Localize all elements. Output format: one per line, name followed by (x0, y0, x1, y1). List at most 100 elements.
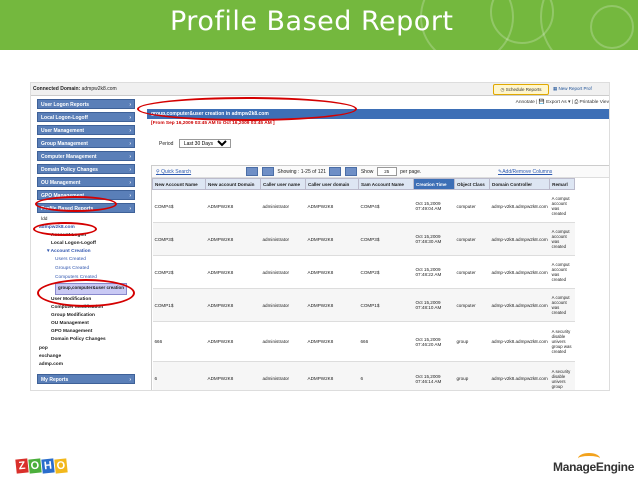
cell-class: computer (454, 222, 490, 256)
quick-search-link[interactable]: ⚲ Quick Search (156, 169, 191, 175)
slide-footer: ZOHO ManageEngine (0, 452, 638, 479)
col-object-class[interactable]: Object Class (454, 178, 490, 190)
cell-sam: COMP3$ (358, 222, 414, 256)
prev-page-button[interactable] (262, 167, 274, 176)
cell-dc: admp-v2k8.admpw2k8.com (489, 288, 550, 322)
cell-time: Oct 15,2009 07:48:22 AM (413, 255, 455, 289)
cell-dc: admp-v2k8.admpw2k8.com (489, 189, 550, 223)
cell-caller-domain: ADMPW2K8 (305, 222, 359, 256)
tree-item-users-created[interactable]: Users Created (55, 257, 86, 262)
col-domain-controller[interactable]: Domain Controller (488, 178, 551, 190)
tree-item-exchange[interactable]: exchange (39, 354, 61, 359)
col-new-account-name[interactable]: New Account Name (152, 178, 206, 190)
cell-name: COMP2$ (152, 255, 206, 289)
tree-item-account-creation[interactable]: ▾ Account Creation (47, 249, 91, 254)
cell-caller: administrator (260, 222, 306, 256)
sidebar-item-user-management[interactable]: User Management › (37, 125, 135, 135)
banner-decor (590, 5, 634, 49)
cell-dc: admp-v2k8.admpw2k8.com (489, 222, 550, 256)
table-row[interactable]: COMP3$ ADMPW2K8 administrator ADMPW2K8 COMP3… (152, 222, 575, 256)
cell-dc: admp-v2k8.admpw2k8.com (489, 321, 550, 362)
cell-sam: COMP4$ (358, 189, 414, 223)
cell-caller: administrator (260, 288, 306, 322)
sidebar: User Logon Reports › Local Logon-Logoff › … (31, 97, 139, 390)
printable-view-link[interactable]: Printable Viev (579, 100, 609, 105)
cell-class: computer (454, 288, 490, 322)
first-page-button[interactable] (246, 167, 258, 176)
showing-count: Showing : 1-25 of 121 (277, 168, 327, 175)
cell-time: Oct 15,2009 07:46:20 AM (413, 321, 455, 362)
table-row[interactable]: COMP4$ ADMPW2K8 administrator ADMPW2K8 COMP4… (152, 189, 575, 223)
cell-caller-domain: ADMPW2K8 (305, 321, 359, 362)
tree-item-domain-policy[interactable]: Domain Policy Changes (51, 337, 106, 342)
col-sam-account-name[interactable]: Sam Account Name (358, 178, 414, 190)
next-page-button[interactable] (329, 167, 342, 176)
cell-domain: ADMPW2K8 (205, 189, 261, 223)
sidebar-item-local-logon[interactable]: Local Logon-Logoff › (37, 112, 135, 122)
slide-banner: Profile Based Report (0, 0, 638, 50)
tree-item-admp[interactable]: admp.com (39, 362, 63, 367)
slide-title: Profile Based Report (170, 6, 454, 37)
cell-time: Oct 15,2009 07:48:10 AM (413, 288, 455, 322)
add-remove-columns-link[interactable]: ✎Add/Remove Columns (498, 169, 552, 175)
sidebar-item-ou-management[interactable]: OU Management › (37, 177, 135, 187)
report-actions: Annotate | 💾 Export As ▾ | ⎙ Printable V… (516, 99, 609, 105)
cell-domain: ADMPW2K8 (205, 321, 261, 362)
sidebar-item-group-management[interactable]: Group Management › (37, 138, 135, 148)
cell-class: computer (454, 189, 490, 223)
sidebar-item-user-logon[interactable]: User Logon Reports › (37, 99, 135, 109)
tree-item-pop[interactable]: pop (39, 346, 48, 351)
period-control: Period Last 30 Days (159, 139, 231, 148)
cell-class: group (454, 361, 490, 390)
tree-item-groups-created[interactable]: Groups Created (55, 266, 89, 271)
cell-caller: administrator (260, 361, 306, 390)
per-page-label: per page. (400, 168, 422, 175)
top-bar: Connected Domain: admpw2k8.com ◷ Schedul… (31, 83, 609, 96)
report-table: New Account Name New account Domain Call… (152, 178, 576, 390)
sidebar-item-domain-policy[interactable]: Domain Policy Changes › (37, 164, 135, 174)
search-icon: ⚲ (156, 169, 160, 175)
table-row[interactable]: 666 ADMPW2K8 administrator ADMPW2K8 666 Oct 1… (152, 321, 575, 362)
period-label: Period (159, 141, 174, 147)
col-caller-user-domain[interactable]: Caller user domain (305, 178, 359, 190)
annotate-link[interactable]: Annotate | (516, 100, 538, 105)
col-remarks[interactable]: Remarl (549, 178, 576, 190)
cell-sam: 666 (358, 321, 414, 362)
cell-caller: administrator (260, 255, 306, 289)
export-menu[interactable]: Export As ▾ | (546, 100, 573, 105)
cell-domain: ADMPW2K8 (205, 255, 261, 289)
col-new-account-domain[interactable]: New account Domain (205, 178, 261, 190)
last-page-button[interactable] (345, 167, 358, 176)
highlight-oval-report-title (137, 97, 357, 121)
cell-name: COMP4$ (152, 189, 206, 223)
cell-dc: admp-v2k8.admpw2k8.com (489, 361, 550, 390)
report-panel: Annotate | 💾 Export As ▾ | ⎙ Printable V… (147, 97, 609, 390)
highlight-oval-domain (33, 222, 97, 236)
new-report-profile-button[interactable]: ▦ New Report Prof (553, 84, 609, 93)
col-creation-time[interactable]: Creation Time (413, 178, 455, 190)
tree-item-ou-management[interactable]: OU Management (51, 321, 89, 326)
tree-item-ldd[interactable]: ldd (41, 217, 47, 222)
per-page-select[interactable]: 25 (376, 167, 397, 176)
schedule-reports-button[interactable]: ◷ Schedule Reports (493, 84, 549, 95)
table-row[interactable]: 6 ADMPW2K8 administrator ADMPW2K8 6 Oct 15,20… (152, 361, 575, 390)
cell-remark: A comput account was created (549, 222, 575, 256)
cell-caller: administrator (260, 321, 306, 362)
cell-dc: admp-v2k8.admpw2k8.com (489, 255, 550, 289)
tree-item-group-modification[interactable]: Group Modification (51, 313, 95, 318)
table-row[interactable]: COMP2$ ADMPW2K8 administrator ADMPW2K8 COMP2… (152, 255, 575, 289)
tree-item-gpo-management[interactable]: GPO Management (51, 329, 92, 334)
sidebar-item-computer-management[interactable]: Computer Management › (37, 151, 135, 161)
pagination: Showing : 1-25 of 121 Show 25 per page. (244, 167, 421, 176)
col-caller-user-name[interactable]: Caller user name (260, 178, 306, 190)
cell-name: COMP3$ (152, 222, 206, 256)
sidebar-item-my-reports[interactable]: My Reports › (37, 374, 135, 384)
cell-class: computer (454, 255, 490, 289)
table-row[interactable]: COMP1$ ADMPW2K8 administrator ADMPW2K8 COMP1… (152, 288, 575, 322)
tree-item-local-logon[interactable]: Local Logon-Logoff (51, 241, 96, 246)
cell-name: 666 (152, 321, 206, 362)
period-select[interactable]: Last 30 Days (178, 139, 231, 148)
cell-time: Oct 15,2009 07:49:04 AM (413, 189, 455, 223)
zoho-logo: ZOHO (15, 456, 68, 474)
cell-remark: A security disable univers group (549, 361, 575, 390)
